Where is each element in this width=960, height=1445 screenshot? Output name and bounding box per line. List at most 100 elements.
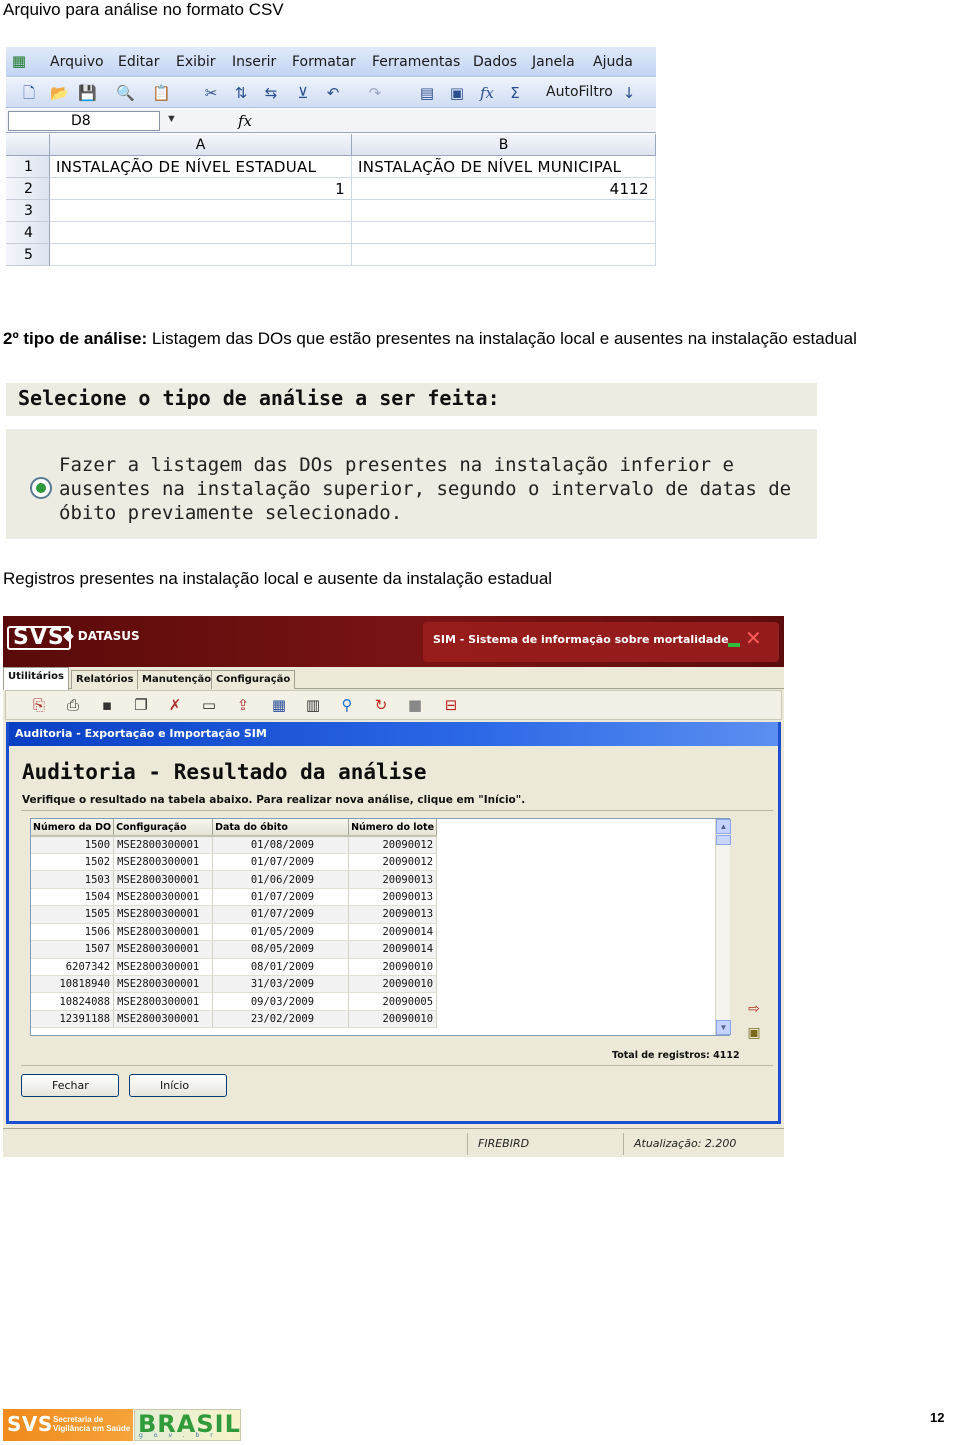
- menu-dados[interactable]: Dados: [473, 54, 517, 70]
- import-icon[interactable]: ⇪: [234, 696, 252, 714]
- merge-icon[interactable]: ⇆: [262, 84, 280, 102]
- calendar-icon[interactable]: ▦: [270, 696, 288, 714]
- menu-ajuda[interactable]: Ajuda: [593, 54, 633, 70]
- cell-b1[interactable]: INSTALAÇÃO DE NÍVEL MUNICIPAL: [352, 156, 656, 178]
- tab-utilitarios[interactable]: Utilitários: [3, 667, 69, 690]
- column-header-numero-lote[interactable]: Número do lote: [348, 819, 438, 837]
- cell-b3[interactable]: [352, 200, 656, 222]
- row-header-5[interactable]: 5: [6, 244, 50, 266]
- column-header-b[interactable]: B: [352, 134, 656, 156]
- document-heading: Arquivo para análise no formato CSV: [3, 0, 284, 19]
- tab-manutencao[interactable]: Manutenção: [137, 670, 217, 689]
- menu-formatar[interactable]: Formatar: [292, 54, 356, 70]
- table-row[interactable]: 10824088 MSE2800300001 09/03/2009 20090005: [31, 992, 438, 1011]
- print-icon[interactable]: ⎙: [64, 696, 82, 714]
- menu-inserir[interactable]: Inserir: [232, 54, 276, 70]
- table-cell: 6207342: [31, 958, 115, 977]
- table-cell: 1506: [31, 923, 115, 942]
- svs-footer-text: Secretaria de Vigilância em Saúde: [53, 1415, 131, 1433]
- redo-icon[interactable]: ↷: [366, 84, 384, 102]
- cell-a4[interactable]: [50, 222, 352, 244]
- column-header-data-obito[interactable]: Data do óbito: [212, 819, 350, 837]
- menu-editar[interactable]: Editar: [118, 54, 159, 70]
- scroll-down-icon[interactable]: ▼: [716, 1020, 731, 1035]
- table-row[interactable]: 6207342 MSE2800300001 08/01/2009 20090010: [31, 958, 438, 977]
- name-box[interactable]: D8: [8, 111, 160, 131]
- autosum-icon[interactable]: Σ: [506, 84, 524, 102]
- autofiltro-button[interactable]: AutoFiltro: [546, 84, 613, 100]
- copy-icon[interactable]: ❐: [132, 696, 150, 714]
- documents-icon[interactable]: ▭: [200, 696, 218, 714]
- results-table: Número da DO Configuração Data do óbito …: [31, 819, 438, 1029]
- table-row[interactable]: 1507 MSE2800300001 08/05/2009 20090014: [31, 940, 438, 959]
- row-header-2[interactable]: 2: [6, 178, 50, 200]
- table-row[interactable]: 10818940 MSE2800300001 31/03/2009 20090010: [31, 975, 438, 994]
- row-header-4[interactable]: 4: [6, 222, 50, 244]
- row-header-3[interactable]: 3: [6, 200, 50, 222]
- tab-relatorios[interactable]: Relatórios: [71, 670, 139, 689]
- table-row[interactable]: 1503 MSE2800300001 01/06/2009 20090013: [31, 870, 438, 889]
- function-icon[interactable]: fx: [478, 84, 496, 102]
- chart-icon[interactable]: ▤: [418, 84, 436, 102]
- row-header-1[interactable]: 1: [6, 156, 50, 178]
- minimize-icon[interactable]: [728, 633, 740, 647]
- scroll-thumb[interactable]: [716, 835, 731, 845]
- scroll-up-icon[interactable]: ▲: [716, 819, 731, 834]
- cell-a1[interactable]: INSTALAÇÃO DE NÍVEL ESTADUAL: [50, 156, 352, 178]
- select-all-corner[interactable]: [6, 134, 50, 156]
- exit-icon[interactable]: ⊟: [442, 696, 460, 714]
- stamp-icon[interactable]: ■: [406, 696, 424, 714]
- tab-configuracao[interactable]: Configuração: [211, 670, 296, 689]
- vertical-scrollbar[interactable]: ▲ ▼: [715, 819, 731, 1035]
- cell-b2[interactable]: 4112: [352, 178, 656, 200]
- analysis-option-radio[interactable]: [30, 477, 52, 499]
- table-cell: 31/03/2009: [212, 975, 350, 994]
- open-folder-icon[interactable]: 📂: [50, 84, 69, 102]
- search-icon[interactable]: ⚲: [338, 696, 356, 714]
- table-row[interactable]: 1506 MSE2800300001 01/05/2009 20090014: [31, 923, 438, 942]
- table-row[interactable]: 1502 MSE2800300001 01/07/2009 20090012: [31, 853, 438, 872]
- table-icon[interactable]: ▣: [448, 84, 466, 102]
- cell-a3[interactable]: [50, 200, 352, 222]
- inicio-button[interactable]: Início: [129, 1074, 227, 1097]
- table-row[interactable]: 1504 MSE2800300001 01/07/2009 20090013: [31, 888, 438, 907]
- export-file-icon[interactable]: ⇨: [745, 1000, 763, 1018]
- cell-b4[interactable]: [352, 222, 656, 244]
- split-icon[interactable]: ⇅: [232, 84, 250, 102]
- table-cell: 20090012: [348, 853, 438, 872]
- chevron-down-icon[interactable]: ▼: [166, 113, 177, 125]
- delete-icon[interactable]: ✗: [166, 696, 184, 714]
- refresh-icon[interactable]: ↻: [372, 696, 390, 714]
- menu-exibir[interactable]: Exibir: [176, 54, 216, 70]
- find-icon[interactable]: 🔍: [116, 84, 135, 102]
- save-icon[interactable]: ▪: [98, 696, 116, 714]
- formula-bar: D8 ▼ fx: [6, 109, 656, 133]
- cut-icon[interactable]: ✂: [202, 84, 220, 102]
- fechar-button[interactable]: Fechar: [21, 1074, 119, 1097]
- analysis-type-title: Selecione o tipo de análise a ser feita:: [18, 386, 500, 410]
- cell-a5[interactable]: [50, 244, 352, 266]
- save-file-icon[interactable]: ▣: [745, 1024, 763, 1042]
- menu-janela[interactable]: Janela: [532, 54, 575, 70]
- column-header-a[interactable]: A: [50, 134, 352, 156]
- analysis-option-label[interactable]: Fazer a listagem das DOs presentes na in…: [59, 453, 811, 525]
- save-icon[interactable]: 💾: [78, 84, 97, 102]
- table-row[interactable]: 1500 MSE2800300001 01/08/2009 20090012: [31, 836, 438, 854]
- export-icon[interactable]: ⎘: [30, 696, 48, 714]
- menu-arquivo[interactable]: Arquivo: [50, 54, 104, 70]
- filter-icon[interactable]: ⊻: [294, 84, 312, 102]
- table-cell: 10824088: [31, 992, 115, 1011]
- menu-ferramentas[interactable]: Ferramentas: [372, 54, 460, 70]
- paste-icon[interactable]: 📋: [152, 84, 171, 102]
- sort-icon[interactable]: ↓: [620, 84, 638, 102]
- book-icon[interactable]: ▥: [304, 696, 322, 714]
- table-row[interactable]: 12391188 MSE2800300001 23/02/2009 20090010: [31, 1010, 438, 1029]
- undo-icon[interactable]: ↶: [324, 84, 342, 102]
- close-icon[interactable]: ✕: [745, 626, 762, 650]
- new-file-icon[interactable]: 🗋: [20, 84, 38, 102]
- cell-b5[interactable]: [352, 244, 656, 266]
- cell-a2[interactable]: 1: [50, 178, 352, 200]
- table-row[interactable]: 1505 MSE2800300001 01/07/2009 20090013: [31, 905, 438, 924]
- column-header-numero-do[interactable]: Número da DO: [31, 819, 115, 837]
- column-header-configuracao[interactable]: Configuração: [113, 819, 214, 837]
